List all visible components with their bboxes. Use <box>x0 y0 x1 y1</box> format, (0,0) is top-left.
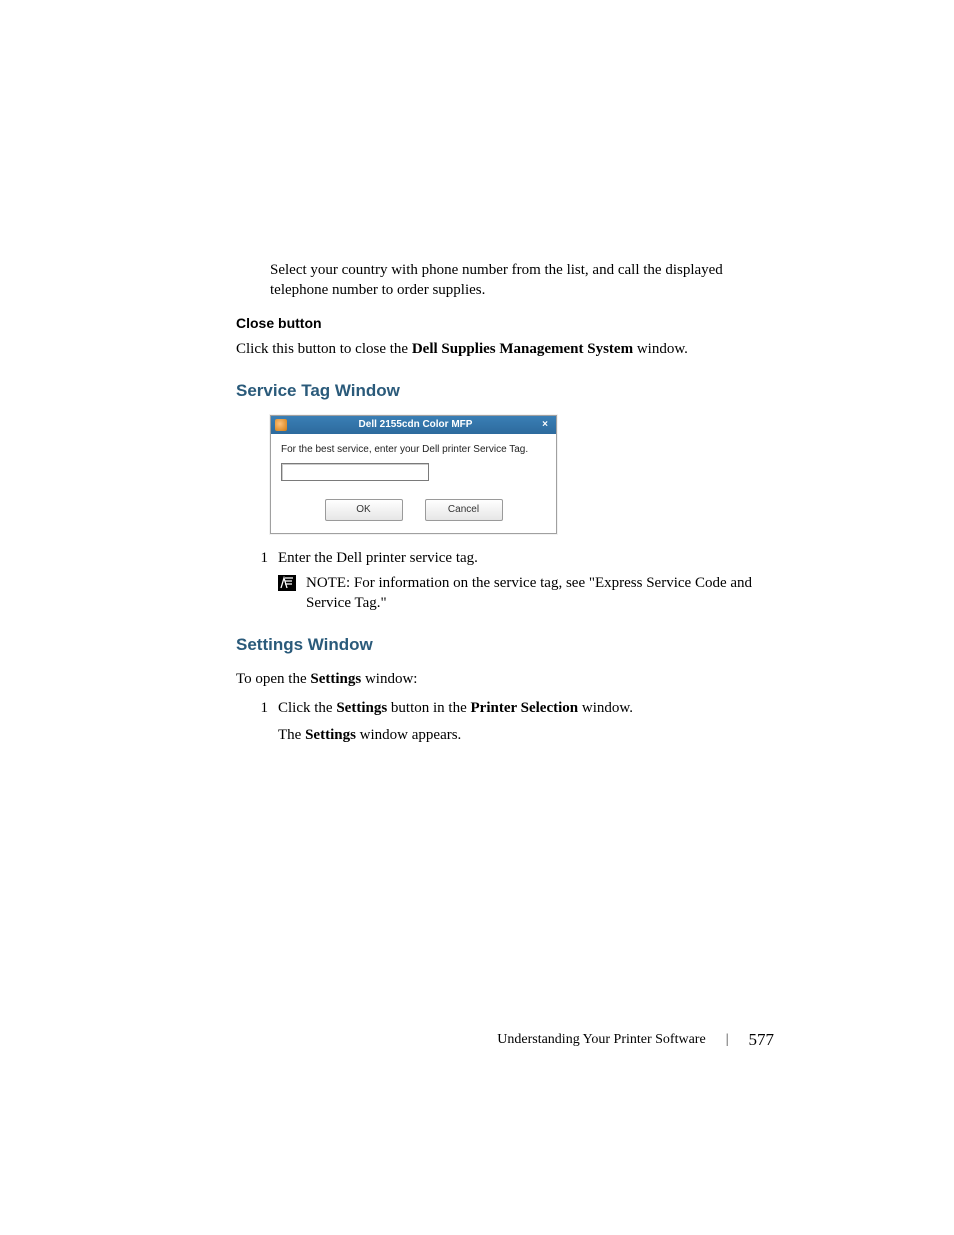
text: window. <box>633 341 688 357</box>
dialog-titlebar: Dell 2155cdn Color MFP × <box>271 416 556 434</box>
page-footer: Understanding Your Printer Software | 57… <box>497 1030 774 1050</box>
note-label: NOTE: <box>306 575 354 591</box>
service-tag-step-1: 1 Enter the Dell printer service tag. <box>250 550 774 567</box>
service-tag-input[interactable] <box>281 463 429 481</box>
text-bold: Dell Supplies Management System <box>412 341 633 357</box>
settings-step-1: 1 Click the Settings button in the Print… <box>250 700 774 744</box>
close-button-heading: Close button <box>236 315 774 331</box>
close-button-text: Click this button to close the Dell Supp… <box>236 339 774 359</box>
service-tag-heading: Service Tag Window <box>236 381 774 401</box>
footer-separator: | <box>726 1032 729 1048</box>
list-body: Click the Settings button in the Printer… <box>278 700 774 744</box>
note-text: NOTE: For information on the service tag… <box>306 573 774 614</box>
settings-window-heading: Settings Window <box>236 635 774 655</box>
list-body: Enter the Dell printer service tag. <box>278 550 774 567</box>
footer-page-number: 577 <box>749 1030 775 1050</box>
text: button in the <box>387 700 470 716</box>
note-row: NOTE: For information on the service tag… <box>278 573 774 614</box>
dialog-app-icon <box>275 419 287 431</box>
text-bold: Settings <box>336 700 387 716</box>
text: window appears. <box>356 727 461 743</box>
dialog-title-text: Dell 2155cdn Color MFP <box>293 419 538 430</box>
text-bold: Settings <box>305 727 356 743</box>
dialog-body: For the best service, enter your Dell pr… <box>271 434 556 533</box>
text: window: <box>361 671 417 687</box>
note-body: For information on the service tag, see … <box>306 575 752 611</box>
text: Click the <box>278 700 336 716</box>
dialog-prompt-text: For the best service, enter your Dell pr… <box>281 444 546 455</box>
text: window. <box>578 700 633 716</box>
text-bold: Printer Selection <box>471 700 579 716</box>
text: Click this button to close the <box>236 341 412 357</box>
footer-section-title: Understanding Your Printer Software <box>497 1032 705 1048</box>
close-icon[interactable]: × <box>538 418 552 432</box>
service-tag-dialog-screenshot: Dell 2155cdn Color MFP × For the best se… <box>270 415 774 534</box>
list-number: 1 <box>250 700 278 744</box>
text: The <box>278 727 305 743</box>
ok-button[interactable]: OK <box>325 499 403 521</box>
dialog-window: Dell 2155cdn Color MFP × For the best se… <box>270 415 557 534</box>
settings-intro: To open the Settings window: <box>236 669 774 689</box>
note-icon <box>278 575 298 591</box>
text: To open the <box>236 671 310 687</box>
cancel-button[interactable]: Cancel <box>425 499 503 521</box>
list-number: 1 <box>250 550 278 567</box>
intro-paragraph: Select your country with phone number fr… <box>236 260 774 301</box>
text-bold: Settings <box>310 671 361 687</box>
